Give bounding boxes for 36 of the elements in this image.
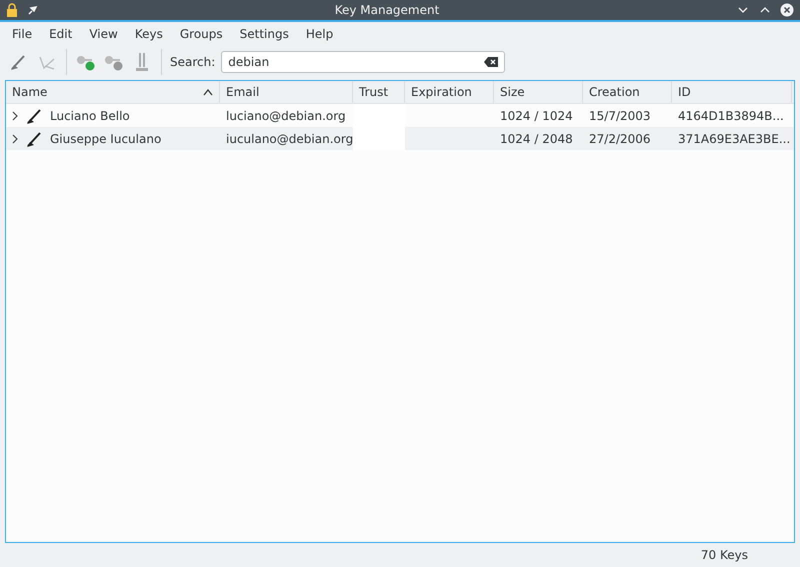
- menu-item[interactable]: Help: [300, 27, 340, 41]
- close-icon[interactable]: [780, 3, 794, 17]
- column-header[interactable]: Creation: [583, 81, 672, 103]
- search-field[interactable]: debian: [221, 51, 506, 73]
- menu-item[interactable]: Settings: [234, 27, 295, 41]
- lock-icon: [6, 3, 18, 17]
- menu-item[interactable]: File: [6, 27, 38, 41]
- expand-icon[interactable]: [10, 110, 20, 120]
- column-header[interactable]: ID: [672, 81, 792, 103]
- menu-item[interactable]: View: [83, 27, 124, 41]
- expand-icon[interactable]: [10, 134, 20, 144]
- table-cell: 1024 / 1024: [500, 108, 573, 122]
- table-cell: luciano@debian.org: [226, 108, 346, 122]
- table-cell: 4164D1B3894B...: [678, 108, 784, 122]
- table-cell: 371A69E3AE3BE...: [678, 132, 790, 146]
- key-count: 70 Keys: [700, 548, 748, 562]
- column-header[interactable]: Expiration: [405, 81, 494, 103]
- table-cell: Luciano Bello: [50, 108, 130, 122]
- table-cell: 15/7/2003: [589, 108, 651, 122]
- table-cell: 27/2/2006: [589, 132, 651, 146]
- clear-icon[interactable]: [484, 57, 498, 67]
- sort-icon[interactable]: [203, 88, 213, 96]
- column-header[interactable]: Trust: [353, 81, 405, 103]
- table-cell: 1024 / 2048: [500, 132, 573, 146]
- table-cell: Giuseppe Iuculano: [50, 132, 162, 146]
- table-row[interactable]: Giuseppe Iuculano iuculano@debian.org 1024 / 2048 27/2/2006 371A69E3AE3BE...: [6, 127, 794, 150]
- table-cell: iuculano@debian.org: [226, 132, 354, 146]
- menu-item[interactable]: Edit: [43, 27, 78, 41]
- column-header[interactable]: Name: [6, 81, 220, 103]
- menu-item[interactable]: Keys: [128, 27, 169, 41]
- column-header[interactable]: Size: [494, 81, 583, 103]
- search-label: Search:: [170, 55, 216, 69]
- column-header[interactable]: Email: [220, 81, 353, 103]
- menu-item[interactable]: Groups: [174, 27, 229, 41]
- window-title: Key Management: [334, 3, 440, 17]
- pin-icon[interactable]: [26, 4, 38, 16]
